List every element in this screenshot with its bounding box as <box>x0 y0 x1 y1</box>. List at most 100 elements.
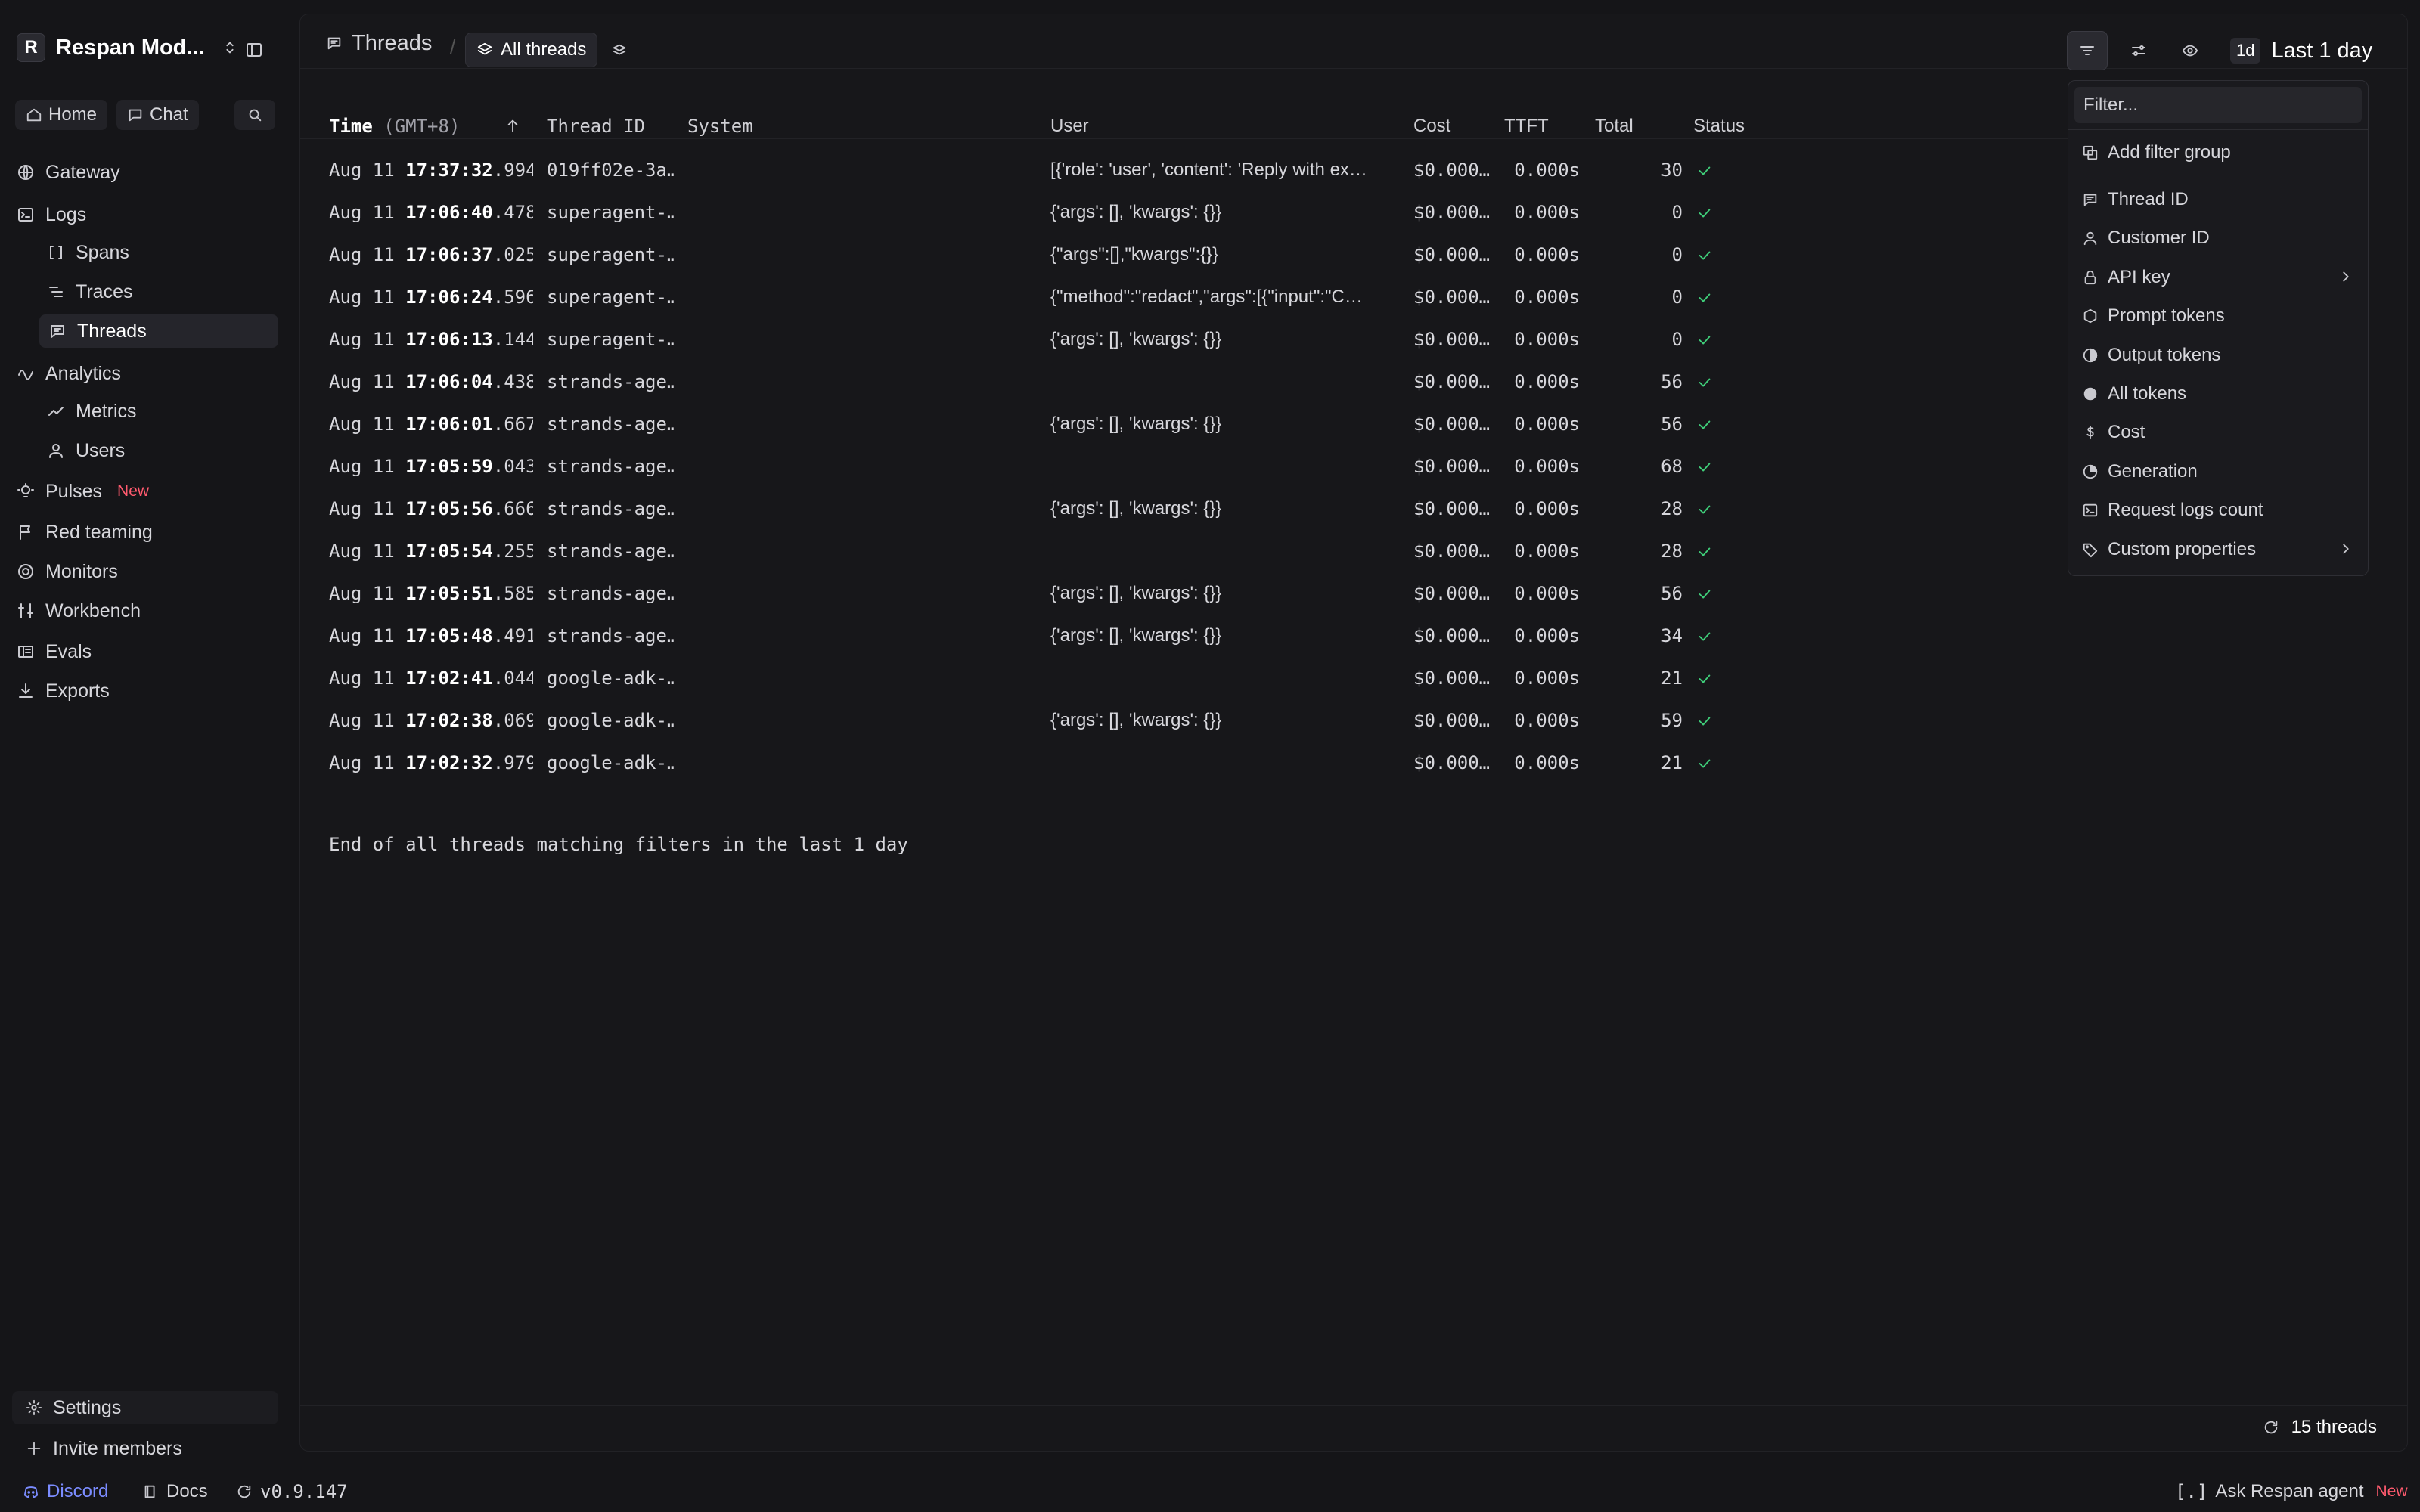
filter-item-label: Cost <box>2108 422 2145 443</box>
table-row[interactable]: Aug 11 17:06:40.478 superagent-… {'args': … <box>300 191 2070 234</box>
cell-ms: .438 <box>492 371 533 392</box>
nav-analytics[interactable]: Analytics <box>17 357 121 390</box>
docs-link[interactable]: Docs <box>142 1481 208 1502</box>
table-row[interactable]: Aug 11 17:06:37.025 superagent-… {"args":[… <box>300 234 2070 276</box>
discord-link[interactable]: Discord <box>23 1481 108 1502</box>
column-header-time[interactable]: Time (GMT+8) <box>329 116 460 137</box>
filter-item-prompt-tokens[interactable]: Prompt tokens <box>2068 299 2368 333</box>
breadcrumb-threads[interactable]: Threads <box>326 26 432 60</box>
sort-arrow-up-icon[interactable] <box>504 117 521 134</box>
refresh-icon[interactable] <box>2263 1419 2279 1436</box>
filter-item-generation[interactable]: Generation <box>2068 454 2368 489</box>
chat-button[interactable]: Chat <box>116 100 199 130</box>
nav-traces[interactable]: Traces <box>47 275 132 308</box>
time-range-selector[interactable]: 1d Last 1 day <box>2223 31 2380 70</box>
invite-members-button[interactable]: Invite members <box>26 1432 182 1465</box>
table-row[interactable]: Aug 11 17:05:54.255 strands-age… $0.000… 0.… <box>300 530 2070 572</box>
search-button[interactable] <box>234 100 275 130</box>
table-row[interactable]: Aug 11 17:02:41.044 google-adk-… $0.000… 0.… <box>300 657 2070 699</box>
cell-hms: 17:05:54 <box>405 541 493 562</box>
filter-item-customer-id[interactable]: Customer ID <box>2068 221 2368 256</box>
column-header-thread-id[interactable]: Thread ID <box>547 116 645 137</box>
nav-workbench[interactable]: Workbench <box>17 594 141 627</box>
cell-total: 0 <box>1671 287 1683 308</box>
nav-exports[interactable]: Exports <box>17 674 110 708</box>
home-button[interactable]: Home <box>15 100 108 130</box>
bulb-icon <box>17 483 34 497</box>
table-row[interactable]: Aug 11 17:05:48.491 strands-age… {'args': … <box>300 615 2070 657</box>
filter-item-output-tokens[interactable]: Output tokens <box>2068 338 2368 373</box>
cell-ttft: 0.000s <box>1514 414 1580 435</box>
filter-item-request-logs-count[interactable]: Request logs count <box>2068 493 2368 528</box>
nav-pulses[interactable]: Pulses New <box>17 475 149 508</box>
nav-threads[interactable]: Threads <box>39 314 278 348</box>
cell-cost: $0.000… <box>1413 244 1489 265</box>
nav-users[interactable]: Users <box>47 434 125 467</box>
filter-item-all-tokens[interactable]: All tokens <box>2068 376 2368 411</box>
views-menu-button[interactable] <box>604 31 634 70</box>
cell-date: Aug 11 <box>329 752 395 773</box>
nav-gateway[interactable]: Gateway <box>17 156 120 189</box>
table-row[interactable]: Aug 11 17:06:01.667 strands-age… {'args': … <box>300 403 2070 445</box>
check-icon <box>1699 505 1711 514</box>
check-icon <box>1699 251 1711 260</box>
table-row[interactable]: Aug 11 17:06:24.596 superagent-… {"method"… <box>300 276 2070 318</box>
cell-hms: 17:02:32 <box>405 752 493 773</box>
nav-monitors[interactable]: Monitors <box>17 555 118 588</box>
nav-spans[interactable]: Spans <box>47 236 129 269</box>
table-row[interactable]: Aug 11 17:05:59.043 strands-age… $0.000… 0.… <box>300 445 2070 488</box>
globe-icon <box>18 165 33 180</box>
cell-status <box>1696 290 1713 306</box>
filter-item-thread-id[interactable]: Thread ID <box>2068 182 2368 217</box>
cell-ms: .043 <box>492 456 533 477</box>
table-row[interactable]: Aug 11 17:05:51.585 strands-age… {'args': … <box>300 572 2070 615</box>
filter-item-api-key[interactable]: API key <box>2068 260 2368 295</box>
column-header-total[interactable]: Total <box>1595 116 1634 137</box>
thread-count: 15 threads <box>2263 1417 2377 1438</box>
column-header-user[interactable]: User <box>1050 116 1089 137</box>
table-row[interactable]: Aug 11 17:02:38.069 google-adk-… {'args': … <box>300 699 2070 742</box>
filter-button[interactable] <box>2067 31 2108 70</box>
table-row[interactable]: Aug 11 17:06:13.144 superagent-… {'args': … <box>300 318 2070 361</box>
cell-date: Aug 11 <box>329 668 395 689</box>
cell-total: 21 <box>1661 752 1683 773</box>
table-row[interactable]: Aug 11 17:37:32.994 019ff02e-3a… [{'role':… <box>300 149 2070 191</box>
filter-item-cost[interactable]: Cost <box>2068 415 2368 450</box>
workspace-switcher[interactable]: R Respan Mod... <box>17 33 238 62</box>
layers-icon <box>477 42 492 55</box>
nav-evals[interactable]: Evals <box>17 635 92 668</box>
nav-pulses-label: Pulses <box>45 480 103 502</box>
nav-logs[interactable]: Logs <box>17 198 86 231</box>
collapse-sidebar-button[interactable] <box>237 35 271 65</box>
chevron-right-icon <box>2343 271 2349 282</box>
cell-user: {'args': [], 'kwargs': {}} <box>1050 710 1222 730</box>
cell-ttft: 0.000s <box>1514 329 1580 350</box>
nav-settings[interactable]: Settings <box>12 1391 278 1424</box>
table-row[interactable]: Aug 11 17:02:32.979 google-adk-… $0.000… 0.… <box>300 742 2070 784</box>
column-header-status[interactable]: Status <box>1693 116 1745 137</box>
column-header-ttft[interactable]: TTFT <box>1504 116 1549 137</box>
nav-metrics[interactable]: Metrics <box>47 395 137 428</box>
check-icon <box>1699 463 1711 472</box>
ask-agent-button[interactable]: [.] Ask Respan agent New <box>2175 1481 2408 1502</box>
table-row[interactable]: Aug 11 17:05:56.666 strands-age… {'args': … <box>300 488 2070 530</box>
cell-thread-id: 019ff02e-3a… <box>547 160 675 181</box>
visibility-button[interactable] <box>2170 31 2211 70</box>
display-settings-button[interactable] <box>2118 31 2159 70</box>
generation-icon <box>2083 464 2098 479</box>
view-all-threads[interactable]: All threads <box>465 33 598 67</box>
nav-red-teaming[interactable]: Red teaming <box>17 516 153 549</box>
cell-date: Aug 11 <box>329 371 395 392</box>
column-header-cost[interactable]: Cost <box>1413 116 1450 137</box>
nav-analytics-label: Analytics <box>45 362 122 384</box>
cell-hms: 17:05:48 <box>405 625 493 646</box>
version-label: v0.9.147 <box>260 1481 348 1502</box>
cell-status <box>1696 501 1713 518</box>
column-header-system[interactable]: System <box>687 116 753 137</box>
filter-search-input[interactable] <box>2074 87 2362 123</box>
table-row[interactable]: Aug 11 17:06:04.438 strands-age… $0.000… 0.… <box>300 361 2070 403</box>
filter-item-custom-properties[interactable]: Custom properties <box>2068 532 2368 567</box>
add-filter-group-item[interactable]: Add filter group <box>2068 135 2368 170</box>
flag-icon <box>20 525 30 540</box>
version-refresh[interactable]: v0.9.147 <box>236 1481 348 1502</box>
